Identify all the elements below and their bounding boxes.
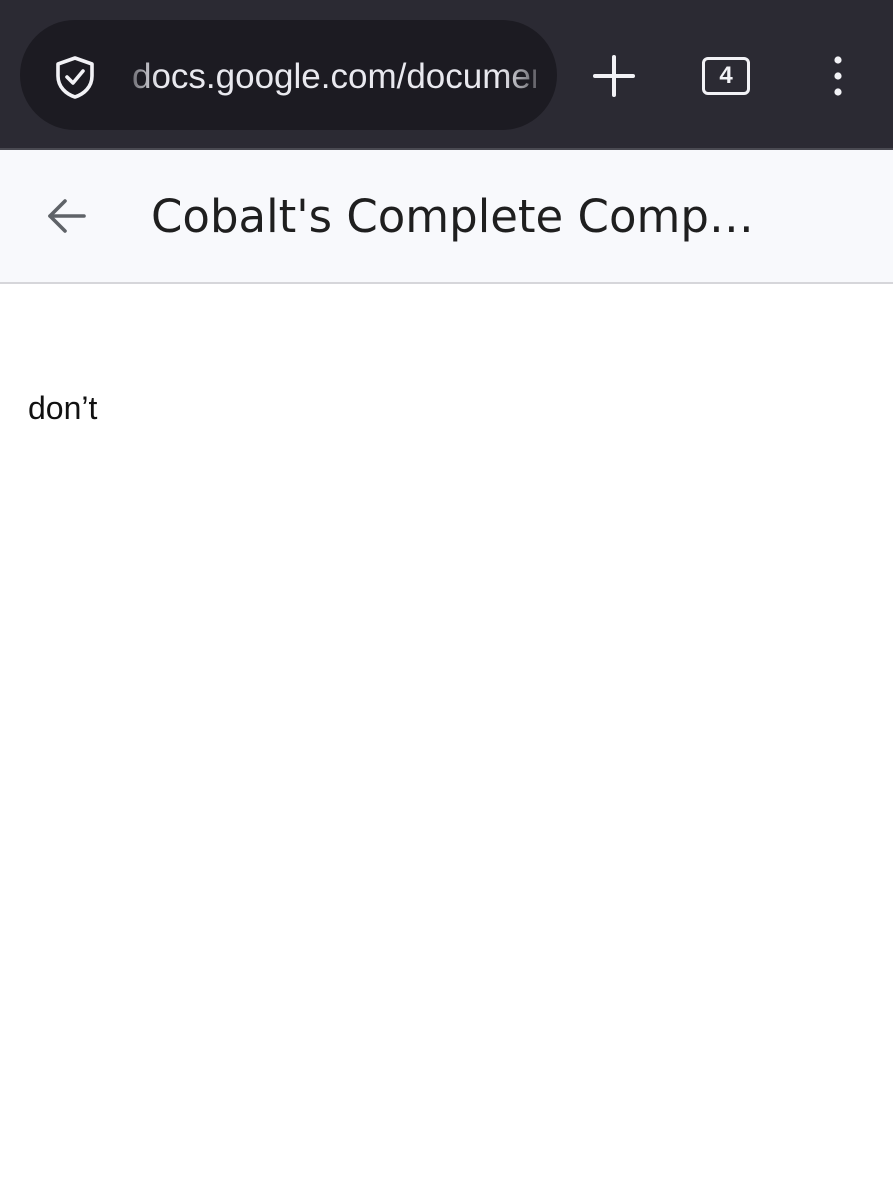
kebab-menu-icon xyxy=(834,56,842,96)
arrow-left-icon xyxy=(48,199,86,233)
browser-toolbar: docs.google.com/document 4 xyxy=(0,0,893,150)
url-text[interactable]: docs.google.com/document xyxy=(132,54,536,100)
new-tab-button[interactable] xyxy=(578,40,650,112)
plus-icon xyxy=(593,55,635,97)
document-header: Cobalt's Complete Comp… xyxy=(0,150,893,284)
tab-count: 4 xyxy=(702,57,750,95)
tab-switcher-button[interactable]: 4 xyxy=(690,40,762,112)
menu-button[interactable] xyxy=(802,40,874,112)
back-button[interactable] xyxy=(36,186,96,246)
shield-check-icon[interactable] xyxy=(52,54,98,100)
document-text[interactable]: don’t xyxy=(28,388,97,428)
document-body[interactable]: don’t xyxy=(0,284,893,1200)
document-title: Cobalt's Complete Comp… xyxy=(151,190,754,243)
